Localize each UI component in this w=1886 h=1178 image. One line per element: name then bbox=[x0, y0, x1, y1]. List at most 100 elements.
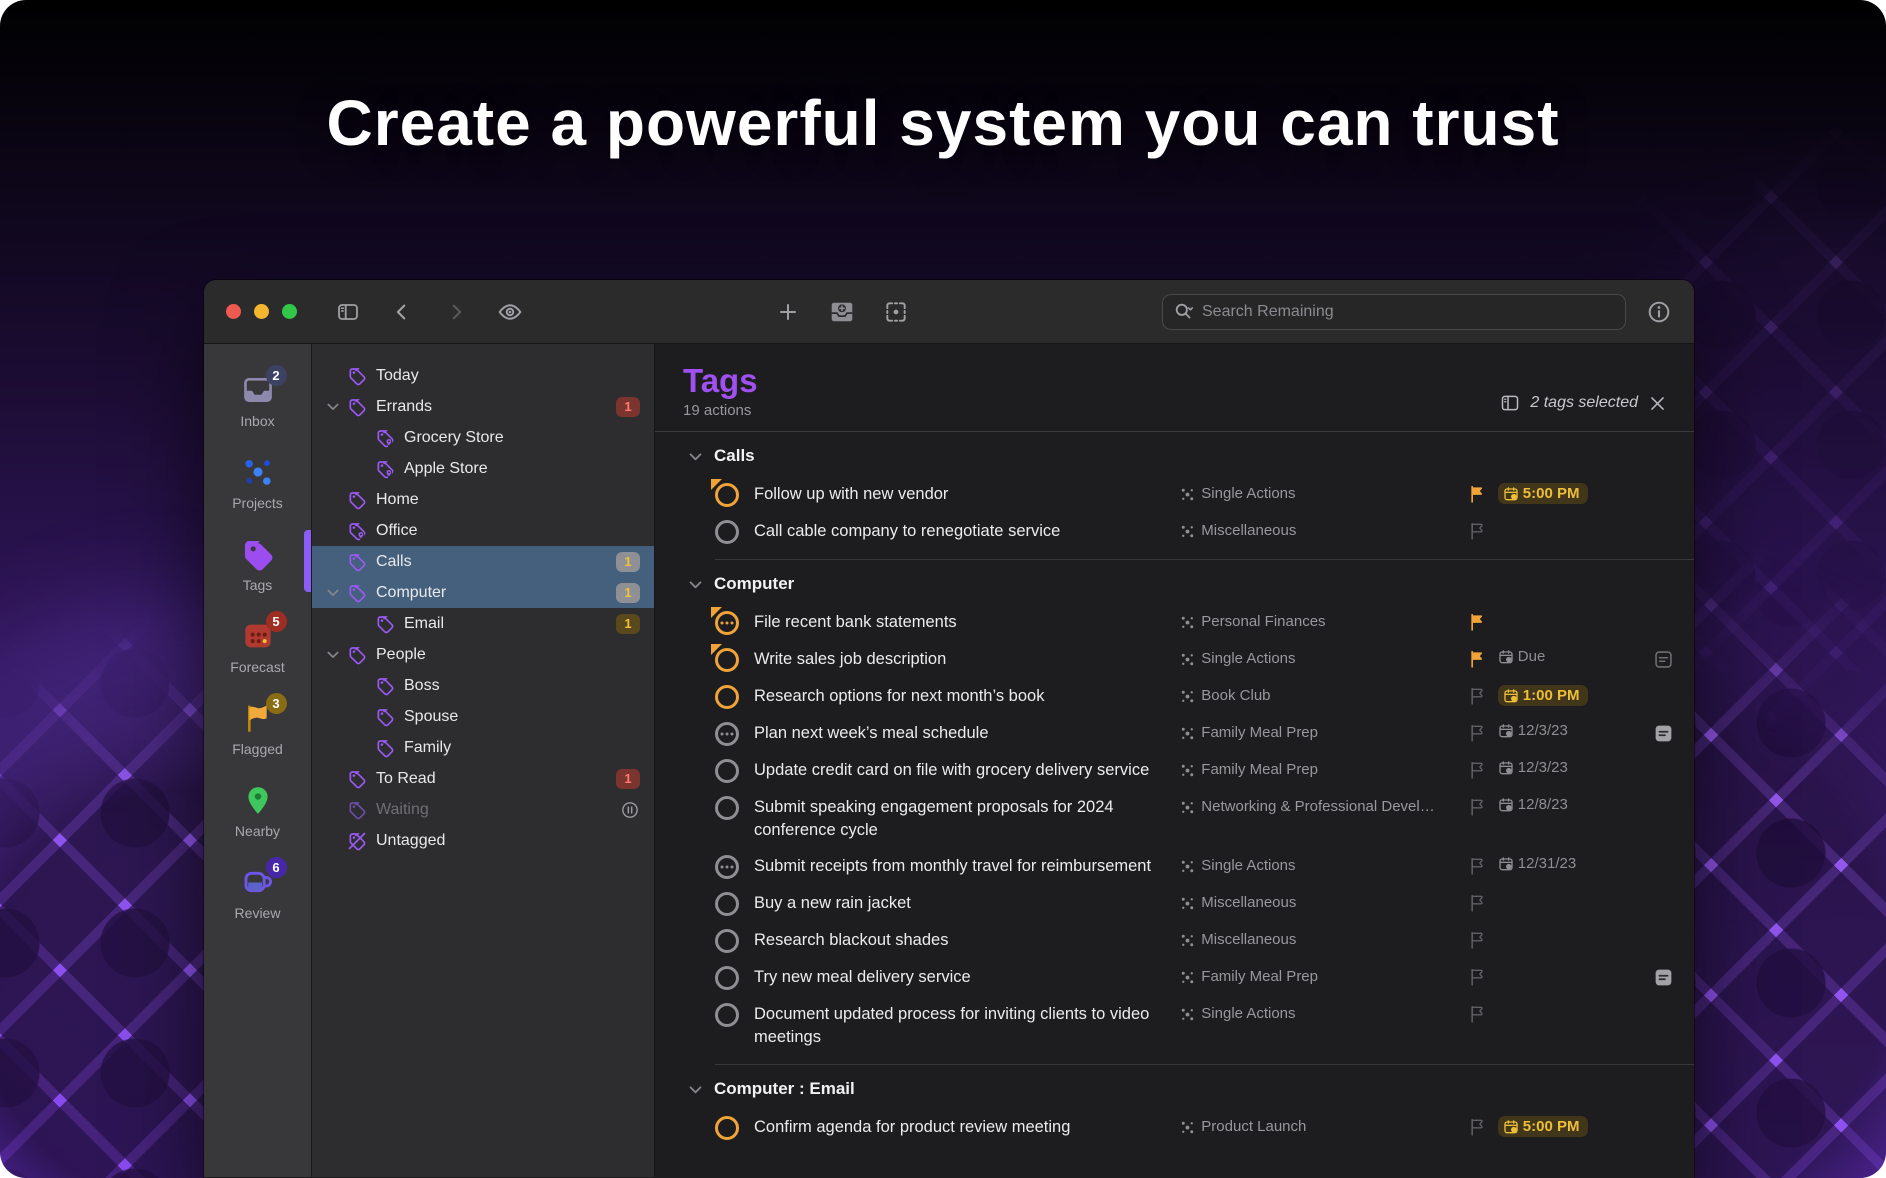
sidebar-item-flagged[interactable]: 3 Flagged bbox=[204, 693, 311, 761]
tag-row-grocery-store[interactable]: Grocery Store bbox=[312, 422, 654, 453]
flag-icon[interactable] bbox=[1468, 612, 1488, 632]
chevron-down-icon[interactable] bbox=[687, 576, 704, 593]
tag-row-spouse[interactable]: Spouse bbox=[312, 701, 654, 732]
flag-icon[interactable] bbox=[1468, 967, 1488, 987]
clear-selection-button[interactable] bbox=[1648, 393, 1668, 413]
chevron-down-icon[interactable] bbox=[325, 647, 341, 663]
flag-icon[interactable] bbox=[1468, 856, 1488, 876]
tag-row-to-read[interactable]: To Read 1 bbox=[312, 763, 654, 794]
forward-button[interactable] bbox=[443, 299, 469, 325]
chevron-down-icon[interactable] bbox=[325, 399, 341, 415]
sidebar-item-projects[interactable]: Projects bbox=[204, 450, 311, 515]
complete-checkbox[interactable] bbox=[715, 1116, 739, 1140]
search-input[interactable] bbox=[1202, 302, 1615, 321]
search-field[interactable] bbox=[1162, 293, 1626, 330]
task-row[interactable]: Submit receipts from monthly travel for … bbox=[655, 848, 1694, 885]
flag-icon[interactable] bbox=[1468, 723, 1488, 743]
task-row[interactable]: Follow up with new vendor Single Actions… bbox=[655, 476, 1694, 513]
section-header: Computer bbox=[655, 564, 1694, 604]
sidebar-item-forecast[interactable]: 5 Forecast bbox=[204, 611, 311, 679]
task-row[interactable]: Document updated process for inviting cl… bbox=[655, 996, 1694, 1055]
complete-checkbox[interactable] bbox=[715, 966, 739, 990]
complete-checkbox[interactable] bbox=[711, 607, 739, 635]
sidebar-toggle-button[interactable] bbox=[335, 299, 361, 325]
chevron-down-icon[interactable] bbox=[687, 448, 704, 465]
note-icon[interactable] bbox=[1653, 723, 1674, 744]
minimize-button[interactable] bbox=[254, 304, 269, 319]
flag-icon[interactable] bbox=[1468, 1004, 1488, 1024]
tag-count-badge: 1 bbox=[616, 613, 640, 634]
task-project: Single Actions bbox=[1180, 1002, 1468, 1022]
toolbar-center-icons bbox=[775, 299, 909, 325]
flag-icon[interactable] bbox=[1468, 930, 1488, 950]
flag-icon[interactable] bbox=[1468, 686, 1488, 706]
close-button[interactable] bbox=[226, 304, 241, 319]
complete-checkbox[interactable] bbox=[715, 1003, 739, 1027]
task-project: Single Actions bbox=[1180, 482, 1468, 502]
back-button[interactable] bbox=[389, 299, 415, 325]
tag-row-untagged[interactable]: Untagged bbox=[312, 825, 654, 856]
task-row[interactable]: File recent bank statements Personal Fin… bbox=[655, 604, 1694, 641]
note-icon[interactable] bbox=[1653, 967, 1674, 988]
complete-checkbox[interactable] bbox=[715, 685, 739, 709]
flag-icon[interactable] bbox=[1468, 797, 1488, 817]
task-row[interactable]: Write sales job description Single Actio… bbox=[655, 641, 1694, 678]
task-row[interactable]: Confirm agenda for product review meetin… bbox=[655, 1109, 1694, 1146]
tag-row-office[interactable]: Office bbox=[312, 515, 654, 546]
save-to-inbox-button[interactable] bbox=[829, 299, 855, 325]
tag-row-computer[interactable]: Computer 1 bbox=[312, 577, 654, 608]
tag-row-errands[interactable]: Errands 1 bbox=[312, 391, 654, 422]
flag-icon[interactable] bbox=[1468, 484, 1488, 504]
complete-checkbox[interactable] bbox=[715, 722, 739, 746]
add-button[interactable] bbox=[775, 299, 801, 325]
tag-row-today[interactable]: Today bbox=[312, 360, 654, 391]
tag-row-family[interactable]: Family bbox=[312, 732, 654, 763]
count-badge: 2 bbox=[265, 365, 287, 386]
complete-checkbox[interactable] bbox=[715, 855, 739, 879]
task-section: Computer File recent bank statements Per… bbox=[655, 559, 1694, 1055]
flag-icon[interactable] bbox=[1468, 649, 1488, 669]
note-icon[interactable] bbox=[1653, 649, 1674, 670]
task-row[interactable]: Research blackout shades Miscellaneous bbox=[655, 922, 1694, 959]
tag-pin-icon bbox=[347, 521, 367, 541]
tag-row-people[interactable]: People bbox=[312, 639, 654, 670]
task-row[interactable]: Try new meal delivery service Family Mea… bbox=[655, 959, 1694, 996]
sidebar-item-tags[interactable]: Tags bbox=[204, 530, 311, 597]
tag-row-waiting[interactable]: Waiting bbox=[312, 794, 654, 825]
task-row[interactable]: Research options for next month’s book B… bbox=[655, 678, 1694, 715]
task-project: Personal Finances bbox=[1180, 610, 1468, 630]
task-row[interactable]: Submit speaking engagement proposals for… bbox=[655, 789, 1694, 848]
flag-icon[interactable] bbox=[1468, 893, 1488, 913]
repeat-dots bbox=[725, 865, 729, 869]
task-row[interactable]: Plan next week’s meal schedule Family Me… bbox=[655, 715, 1694, 752]
tag-row-home[interactable]: Home bbox=[312, 484, 654, 515]
flag-icon[interactable] bbox=[1468, 1117, 1488, 1137]
flag-icon[interactable] bbox=[1468, 760, 1488, 780]
complete-checkbox[interactable] bbox=[715, 520, 739, 544]
task-row[interactable]: Update credit card on file with grocery … bbox=[655, 752, 1694, 789]
tags-icon bbox=[240, 536, 276, 572]
zoom-button[interactable] bbox=[282, 304, 297, 319]
chevron-down-icon[interactable] bbox=[325, 585, 341, 601]
complete-checkbox[interactable] bbox=[711, 479, 739, 507]
complete-checkbox[interactable] bbox=[715, 929, 739, 953]
flag-icon[interactable] bbox=[1468, 521, 1488, 541]
info-button[interactable] bbox=[1646, 299, 1672, 325]
task-row[interactable]: Buy a new rain jacket Miscellaneous bbox=[655, 885, 1694, 922]
project-label: Single Actions bbox=[1201, 1005, 1296, 1022]
complete-checkbox[interactable] bbox=[715, 796, 739, 820]
sidebar-item-review[interactable]: 6 Review bbox=[204, 857, 311, 925]
complete-checkbox[interactable] bbox=[715, 892, 739, 916]
tag-row-email[interactable]: Email 1 bbox=[312, 608, 654, 639]
sidebar-item-inbox[interactable]: 2 Inbox bbox=[204, 365, 311, 433]
tag-row-calls[interactable]: Calls 1 bbox=[312, 546, 654, 577]
focus-scan-button[interactable] bbox=[883, 299, 909, 325]
tag-row-boss[interactable]: Boss bbox=[312, 670, 654, 701]
sidebar-item-nearby[interactable]: Nearby bbox=[204, 778, 311, 843]
complete-checkbox[interactable] bbox=[711, 644, 739, 672]
chevron-down-icon[interactable] bbox=[687, 1081, 704, 1098]
complete-checkbox[interactable] bbox=[715, 759, 739, 783]
view-eye-button[interactable] bbox=[497, 299, 523, 325]
tag-row-apple-store[interactable]: Apple Store bbox=[312, 453, 654, 484]
task-row[interactable]: Call cable company to renegotiate servic… bbox=[655, 513, 1694, 550]
